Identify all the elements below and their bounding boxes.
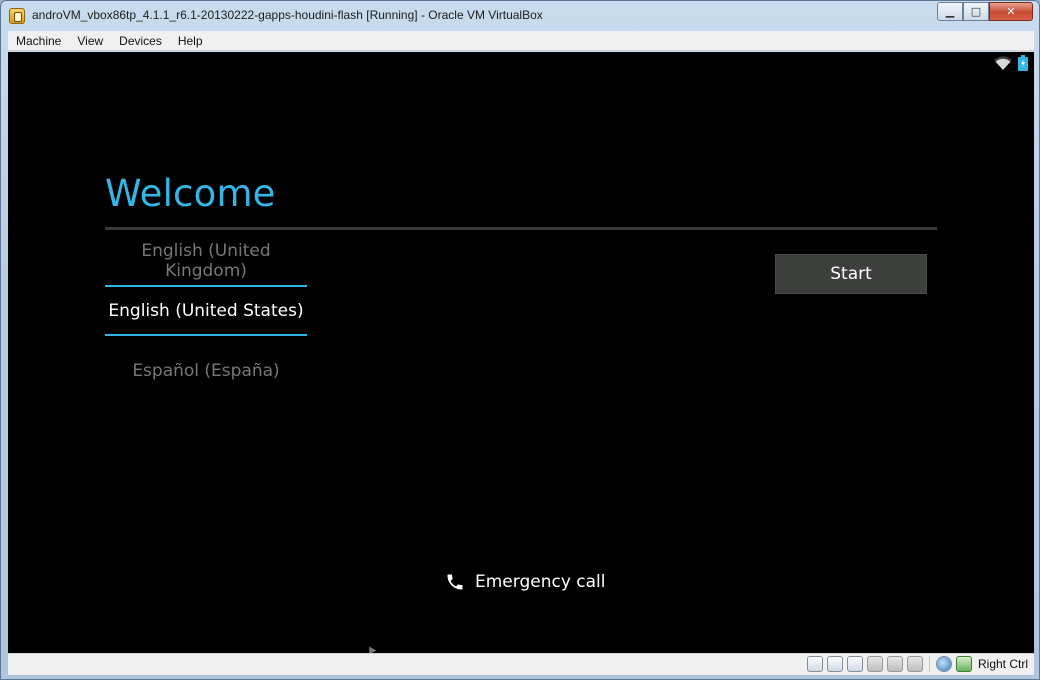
welcome-title: Welcome — [105, 172, 276, 215]
language-option-en-gb[interactable]: English (United Kingdom) — [105, 241, 307, 281]
title-divider — [105, 227, 937, 230]
vm-status-bar: Right Ctrl — [8, 653, 1034, 675]
display-icon[interactable] — [906, 656, 923, 672]
mouse-pointer-icon — [365, 644, 377, 653]
host-key-label: Right Ctrl — [977, 657, 1028, 671]
menu-devices[interactable]: Devices — [111, 31, 170, 51]
selection-line-bottom — [105, 334, 307, 336]
floppy-icon[interactable] — [886, 656, 903, 672]
shared-folder-icon[interactable] — [866, 656, 883, 672]
android-status-icons — [993, 55, 1028, 71]
maximize-button[interactable]: □ — [963, 2, 989, 21]
menu-view[interactable]: View — [69, 31, 111, 51]
emergency-call-label: Emergency call — [475, 572, 606, 592]
menu-help[interactable]: Help — [170, 31, 211, 51]
menu-bar: Machine View Devices Help — [8, 31, 1034, 51]
selection-line-top — [105, 285, 307, 287]
status-bar-icons: Right Ctrl — [806, 656, 1028, 672]
menu-machine[interactable]: Machine — [8, 31, 69, 51]
language-option-en-us[interactable]: English (United States) — [105, 301, 307, 321]
emergency-call-button[interactable]: Emergency call — [445, 572, 606, 592]
minimize-button[interactable]: ▁ — [937, 2, 963, 21]
virtualbox-app-icon — [9, 8, 25, 24]
wifi-icon — [994, 56, 1012, 70]
window-controls: ▁ □ ✕ — [937, 2, 1033, 21]
start-button[interactable]: Start — [775, 254, 927, 294]
battery-icon — [1018, 55, 1028, 71]
virtualbox-window: androVM_vbox86tp_4.1.1_r6.1-20130222-gap… — [0, 0, 1040, 680]
status-separator — [928, 656, 930, 672]
android-screen[interactable]: Welcome English (United Kingdom) English… — [8, 52, 1034, 653]
optical-drive-icon[interactable] — [826, 656, 843, 672]
phone-icon — [447, 574, 463, 590]
language-option-es-es[interactable]: Español (España) — [105, 361, 307, 381]
title-bar[interactable]: androVM_vbox86tp_4.1.1_r6.1-20130222-gap… — [1, 1, 1039, 31]
network-icon[interactable] — [935, 656, 952, 672]
close-button[interactable]: ✕ — [989, 2, 1033, 21]
usb-icon[interactable] — [846, 656, 863, 672]
hard-disk-icon[interactable] — [806, 656, 823, 672]
window-title: androVM_vbox86tp_4.1.1_r6.1-20130222-gap… — [32, 8, 543, 22]
mouse-integration-icon[interactable] — [955, 656, 972, 672]
